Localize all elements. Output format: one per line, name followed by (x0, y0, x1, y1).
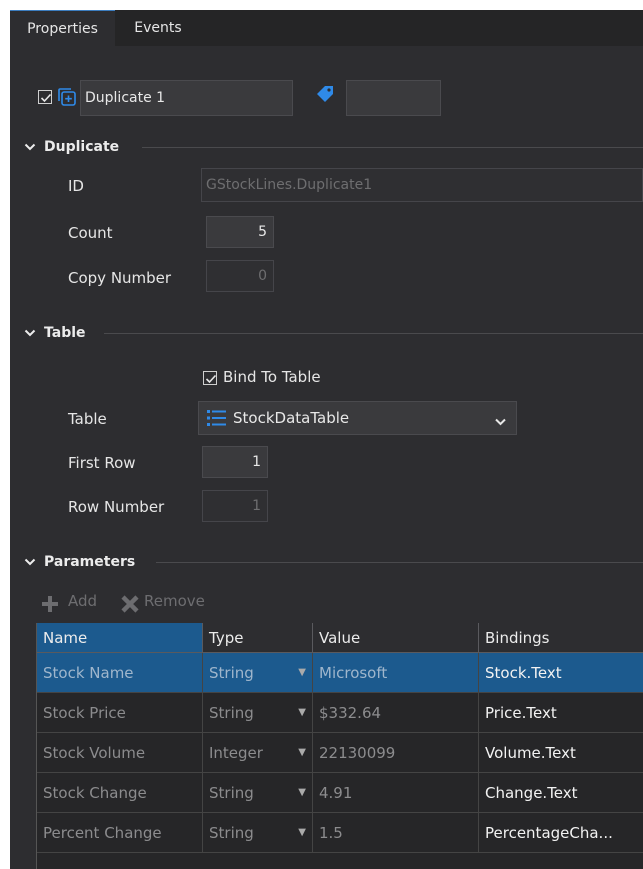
tab-properties[interactable]: Properties (10, 10, 115, 47)
param-name-cell[interactable]: Stock Name (37, 653, 203, 693)
param-type-value: String (209, 704, 254, 722)
param-name-cell[interactable]: Stock Change (37, 773, 203, 813)
bind-to-table-label: Bind To Table (223, 368, 321, 386)
param-binding-cell[interactable]: Price.Text (479, 693, 643, 733)
divider (104, 333, 643, 334)
table-label: Table (68, 410, 107, 428)
chevron-down-icon (24, 323, 38, 343)
duplicate-icon (57, 87, 77, 107)
id-field: GStockLines.Duplicate1 (201, 168, 643, 202)
divider (142, 147, 643, 148)
bind-to-table-checkbox[interactable] (203, 371, 217, 385)
table-row[interactable]: Stock Volume Integer ▼ 22130099 Volume.Te… (37, 733, 643, 773)
column-header-type[interactable]: Type (203, 623, 313, 653)
first-row-input[interactable]: 1 (202, 446, 268, 478)
chevron-down-icon (24, 137, 38, 157)
param-name-cell[interactable]: Percent Change (37, 813, 203, 853)
param-value-cell[interactable]: 1.5 (313, 813, 479, 853)
section-title: Parameters (44, 554, 136, 570)
param-binding-cell[interactable]: PercentageCha... (479, 813, 643, 853)
row-number-field: 1 (202, 490, 268, 522)
param-binding-cell[interactable]: Stock.Text (479, 653, 643, 693)
tab-bar: Properties Events (10, 10, 643, 47)
param-name-cell[interactable]: Stock Volume (37, 733, 203, 773)
tag-icon (314, 84, 336, 106)
count-label: Count (68, 224, 113, 242)
column-header-name[interactable]: Name (37, 623, 203, 653)
column-header-bindings[interactable]: Bindings (479, 623, 643, 653)
param-value-cell[interactable]: Microsoft (313, 653, 479, 693)
enabled-checkbox[interactable] (38, 90, 52, 104)
chevron-down-icon: ▼ (298, 667, 306, 678)
copy-number-label: Copy Number (68, 269, 172, 287)
param-type-value: String (209, 784, 254, 802)
chevron-down-icon (24, 552, 38, 572)
section-table-header[interactable]: Table (24, 323, 86, 343)
chevron-down-icon: ▼ (298, 747, 306, 758)
chevron-down-icon (495, 414, 506, 430)
table-row[interactable]: Stock Change String ▼ 4.91 Change.Text (37, 773, 643, 813)
section-title: Table (44, 325, 86, 341)
parameters-grid: Name Type Value Bindings Stock Name Stri… (36, 623, 643, 869)
chevron-down-icon: ▼ (298, 827, 306, 838)
count-input[interactable]: 5 (206, 216, 274, 248)
properties-panel: Properties Events Duplicate 1 Duplicate … (10, 10, 643, 869)
param-type-cell[interactable]: String ▼ (203, 813, 313, 853)
section-duplicate-header[interactable]: Duplicate (24, 137, 119, 157)
param-value-cell[interactable]: 22130099 (313, 733, 479, 773)
tag-input[interactable] (346, 80, 441, 116)
remove-label: Remove (144, 592, 205, 610)
table-select-value: StockDataTable (233, 409, 350, 427)
param-value-cell[interactable]: $332.64 (313, 693, 479, 733)
table-row[interactable]: Percent Change String ▼ 1.5 PercentageCha… (37, 813, 643, 853)
param-binding-cell[interactable]: Volume.Text (479, 733, 643, 773)
section-title: Duplicate (44, 139, 120, 155)
column-header-value[interactable]: Value (313, 623, 479, 653)
section-parameters-header[interactable]: Parameters (24, 552, 135, 572)
param-type-value: String (209, 664, 254, 682)
plus-icon (40, 594, 60, 618)
table-select[interactable]: StockDataTable (198, 401, 517, 435)
param-type-cell[interactable]: Integer ▼ (203, 733, 313, 773)
id-label: ID (68, 177, 84, 195)
chevron-down-icon: ▼ (298, 707, 306, 718)
param-name-cell[interactable]: Stock Price (37, 693, 203, 733)
param-type-value: Integer (209, 744, 263, 762)
object-name-input[interactable]: Duplicate 1 (80, 80, 293, 116)
table-row[interactable]: Stock Name String ▼ Microsoft Stock.Text (37, 653, 643, 693)
table-row[interactable]: Stock Price String ▼ $332.64 Price.Text (37, 693, 643, 733)
param-type-cell[interactable]: String ▼ (203, 653, 313, 693)
caption-strip (0, 0, 643, 10)
add-label: Add (68, 592, 98, 610)
param-type-value: String (209, 824, 254, 842)
chevron-down-icon: ▼ (298, 787, 306, 798)
first-row-label: First Row (68, 454, 136, 472)
param-type-cell[interactable]: String ▼ (203, 773, 313, 813)
param-value-cell[interactable]: 4.91 (313, 773, 479, 813)
list-icon (207, 409, 227, 431)
param-type-cell[interactable]: String ▼ (203, 693, 313, 733)
remove-icon (120, 594, 140, 618)
divider (156, 562, 643, 563)
copy-number-field: 0 (206, 260, 274, 292)
tab-events[interactable]: Events (118, 10, 198, 46)
param-binding-cell[interactable]: Change.Text (479, 773, 643, 813)
row-number-label: Row Number (68, 498, 165, 516)
